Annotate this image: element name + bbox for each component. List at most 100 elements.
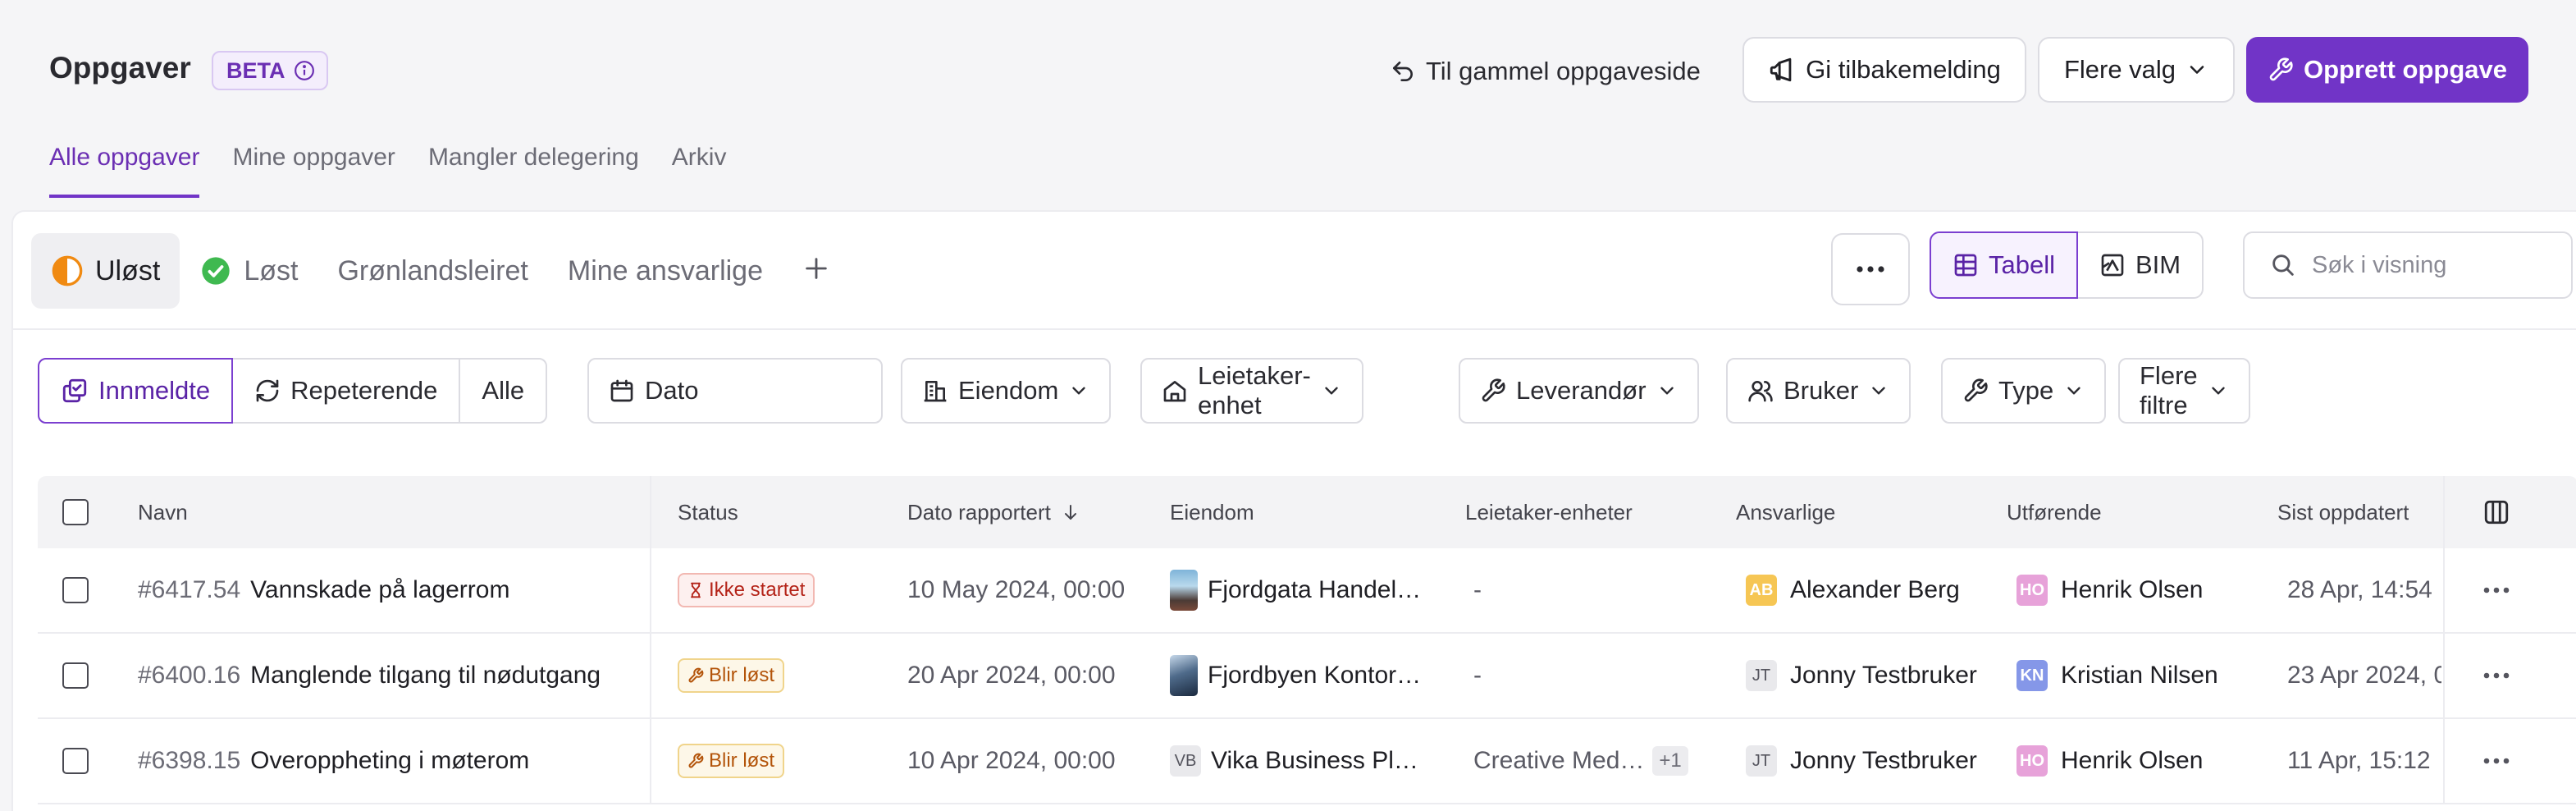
tab-archive[interactable]: Arkiv (672, 144, 727, 198)
table-header: Navn Status Dato rapportert Eiendom Leie… (38, 476, 2576, 548)
add-view-button[interactable] (783, 250, 850, 291)
ellipsis-icon (1856, 265, 1885, 273)
filter-reported[interactable]: Innmeldte (38, 358, 234, 424)
old-task-page-link[interactable]: Til gammel oppgaveside (1390, 51, 1701, 92)
more-filters-button[interactable]: Flere filtre (2118, 358, 2250, 424)
table-row[interactable]: #6400.16 Manglende tilgang til nødutgang… (38, 634, 2576, 719)
plus-icon (802, 254, 830, 282)
row-checkbox[interactable] (62, 662, 89, 689)
search-icon (2269, 251, 2297, 279)
task-name[interactable]: Vannskade på lagerrom (250, 576, 509, 604)
tenant-unit-filter[interactable]: Leietaker-enhet (1140, 358, 1363, 424)
table-view-button[interactable]: Tabell (1930, 231, 2078, 299)
bim-view-button[interactable]: BIM (2078, 231, 2204, 299)
view-unresolved[interactable]: Uløst (31, 233, 180, 309)
property-name[interactable]: Fjordgata Handel… (1208, 576, 1421, 604)
row-select-cell (62, 634, 89, 717)
row-select-cell (62, 548, 89, 632)
tab-missing-delegation[interactable]: Mangler delegering (428, 144, 639, 198)
column-header-date-reported[interactable]: Dato rapportert (907, 476, 1080, 548)
task-id: #6400.16 (138, 662, 241, 689)
column-header-performer[interactable]: Utførende (2007, 476, 2102, 548)
status-badge: Blir løst (678, 744, 784, 778)
column-header-status[interactable]: Status (678, 476, 738, 548)
more-tenants-badge[interactable]: +1 (1652, 746, 1688, 776)
view-options-button[interactable] (1831, 233, 1910, 305)
ellipsis-icon (2482, 671, 2510, 680)
row-menu-button[interactable] (2482, 548, 2510, 632)
task-name[interactable]: Manglende tilgang til nødutgang (250, 662, 601, 690)
calendar-icon (609, 378, 635, 404)
property-cell: Fjordgata Handel… (1170, 548, 1421, 632)
view-resolved[interactable]: Løst (180, 233, 317, 309)
column-header-last-updated[interactable]: Sist oppdatert (2277, 476, 2409, 548)
table-row[interactable]: #6398.15 Overoppheting i møterom Blir lø… (38, 719, 2576, 804)
page-title: Oppgaver (49, 51, 191, 85)
chevron-down-icon (2063, 380, 2085, 401)
user-filter[interactable]: Bruker (1726, 358, 1911, 424)
row-menu-button[interactable] (2482, 634, 2510, 717)
type-filter[interactable]: Type (1941, 358, 2107, 424)
column-divider (2443, 476, 2445, 548)
status-label: Ikke startet (709, 579, 806, 601)
date-reported-cell: 10 May 2024, 00:00 (907, 576, 1126, 603)
tasks-panel: Uløst Løst Grønlandsleiret Mine ansvarli… (11, 210, 2576, 811)
beta-badge[interactable]: BETA (212, 51, 328, 90)
view-gronlandsleiret[interactable]: Grønlandsleiret (317, 233, 547, 309)
wrench-icon (687, 753, 704, 769)
more-filters-label: Flere filtre (2140, 361, 2198, 419)
columns-icon (2482, 498, 2510, 526)
info-icon (294, 60, 315, 81)
property-filter[interactable]: Eiendom (901, 358, 1112, 424)
table-row[interactable]: #6417.54 Vannskade på lagerrom Ikke star… (38, 548, 2576, 634)
more-options-label: Flere valg (2063, 55, 2176, 84)
row-checkbox[interactable] (62, 748, 89, 774)
search-input[interactable] (2312, 251, 2558, 279)
status-badge: Blir løst (678, 658, 784, 693)
view-my-responsible[interactable]: Mine ansvarlige (548, 233, 783, 309)
page-tabs: Alle oppgaver Mine oppgaver Mangler dele… (49, 144, 759, 198)
date-filter[interactable]: Dato (587, 358, 883, 424)
view-resolved-label: Løst (244, 254, 299, 286)
columns-settings-button[interactable] (2482, 476, 2510, 548)
more-options-button[interactable]: Flere valg (2038, 37, 2235, 103)
performer-name: Kristian Nilsen (2061, 662, 2218, 689)
task-name[interactable]: Overoppheting i møterom (250, 747, 529, 775)
feedback-button[interactable]: Gi tilbakemelding (1742, 37, 2026, 103)
filter-recurring[interactable]: Repeterende (231, 358, 461, 424)
old-task-page-label: Til gammel oppgaveside (1426, 57, 1701, 85)
column-header-responsible[interactable]: Ansvarlige (1736, 476, 1835, 548)
select-all-checkbox[interactable] (62, 499, 89, 525)
column-divider (650, 634, 651, 717)
tab-all-tasks[interactable]: Alle oppgaver (49, 144, 200, 198)
performer-cell: HO Henrik Olsen (2016, 719, 2203, 803)
megaphone-icon (1768, 56, 1796, 84)
avatar: HO (2016, 575, 2048, 606)
supplier-filter[interactable]: Leverandør (1459, 358, 1699, 424)
row-menu-button[interactable] (2482, 719, 2510, 803)
task-name-cell: #6417.54 Vannskade på lagerrom (138, 548, 509, 632)
date-reported-cell: 10 Apr 2024, 00:00 (907, 747, 1116, 774)
check-circle-icon (199, 254, 232, 287)
ellipsis-icon (2482, 757, 2510, 765)
property-name[interactable]: Vika Business Pl… (1211, 747, 1418, 775)
column-header-name[interactable]: Navn (138, 476, 188, 548)
column-header-property[interactable]: Eiendom (1170, 476, 1254, 548)
last-updated-cell: 11 Apr, 15:12 (2287, 747, 2431, 774)
column-divider (650, 548, 651, 632)
tab-my-tasks[interactable]: Mine oppgaver (232, 144, 395, 198)
column-divider (650, 719, 651, 803)
tasks-table: Navn Status Dato rapportert Eiendom Leie… (38, 476, 2576, 804)
responsible-name: Alexander Berg (1790, 576, 1960, 603)
avatar: JT (1746, 745, 1777, 777)
property-name[interactable]: Fjordbyen Kontor… (1208, 662, 1421, 690)
row-checkbox[interactable] (62, 577, 89, 603)
column-header-tenant-units[interactable]: Leietaker-enheter (1465, 476, 1633, 548)
filter-all[interactable]: Alle (459, 358, 548, 424)
create-task-button[interactable]: Opprett oppgave (2246, 37, 2528, 103)
wrench-icon (1962, 378, 1989, 404)
task-name-cell: #6398.15 Overoppheting i møterom (138, 719, 529, 803)
property-cell: Fjordbyen Kontor… (1170, 634, 1421, 717)
create-task-label: Opprett oppgave (2303, 55, 2507, 84)
avatar: JT (1746, 660, 1777, 691)
